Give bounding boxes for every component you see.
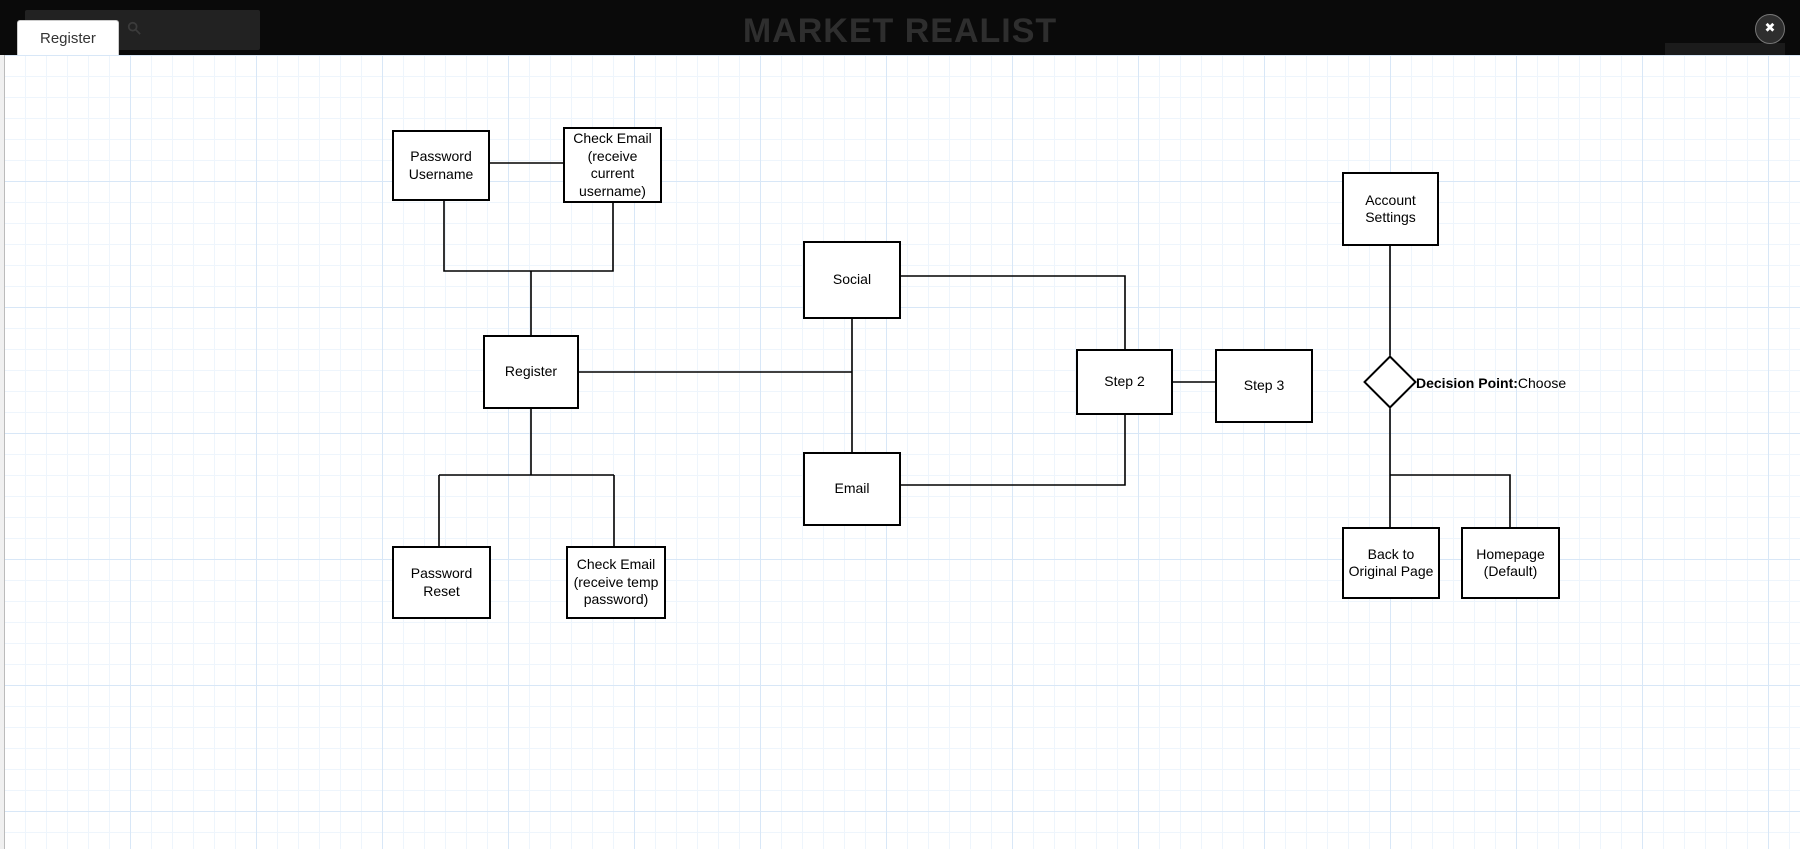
node-back-to-original[interactable]: Back to Original Page (1342, 527, 1440, 599)
node-account-settings[interactable]: Account Settings (1342, 172, 1439, 246)
node-register[interactable]: Register (483, 335, 579, 409)
ghost-right-button (1665, 43, 1785, 55)
decision-label-bold: Decision Point: (1416, 375, 1518, 391)
node-label: Step 3 (1244, 377, 1284, 395)
node-label: Check Email (receive temp password) (572, 556, 660, 609)
node-step-3[interactable]: Step 3 (1215, 349, 1313, 423)
node-check-email-password[interactable]: Check Email (receive temp password) (566, 546, 666, 619)
decision-label: Decision Point:Choose (1416, 375, 1566, 391)
ghost-center-title: MARKET REALIST (743, 12, 1057, 51)
node-label: Email (834, 480, 869, 498)
node-email[interactable]: Email (803, 452, 901, 526)
node-label: Social (833, 271, 871, 289)
tab-register[interactable]: Register (17, 20, 119, 55)
node-check-email-username[interactable]: Check Email (receive current username) (563, 127, 662, 203)
close-button[interactable]: ✖ (1755, 14, 1785, 44)
node-password-reset[interactable]: Password Reset (392, 546, 491, 619)
node-label: Password Reset (398, 565, 485, 600)
node-social[interactable]: Social (803, 241, 901, 319)
close-icon: ✖ (1765, 20, 1776, 35)
node-label: Homepage (Default) (1467, 546, 1554, 581)
diamond-shape (1363, 355, 1417, 409)
node-decision-diamond[interactable] (1371, 363, 1409, 401)
node-homepage-default[interactable]: Homepage (Default) (1461, 527, 1560, 599)
node-label: Account Settings (1348, 192, 1433, 227)
node-label: Register (505, 363, 557, 381)
top-bar: t Realist MARKET REALIST Register ✖ (0, 0, 1800, 55)
canvas-left-edge (0, 55, 5, 849)
node-label: Step 2 (1104, 373, 1144, 391)
node-step-2[interactable]: Step 2 (1076, 349, 1173, 415)
magnify-icon (127, 10, 141, 50)
tab-label: Register (40, 30, 96, 47)
diagram-canvas[interactable]: Password Username Check Email (receive c… (0, 55, 1800, 849)
decision-label-rest: Choose (1518, 375, 1566, 391)
node-password-username[interactable]: Password Username (392, 130, 490, 201)
node-label: Back to Original Page (1348, 546, 1434, 581)
node-label: Password Username (398, 148, 484, 183)
node-label: Check Email (receive current username) (569, 130, 656, 200)
